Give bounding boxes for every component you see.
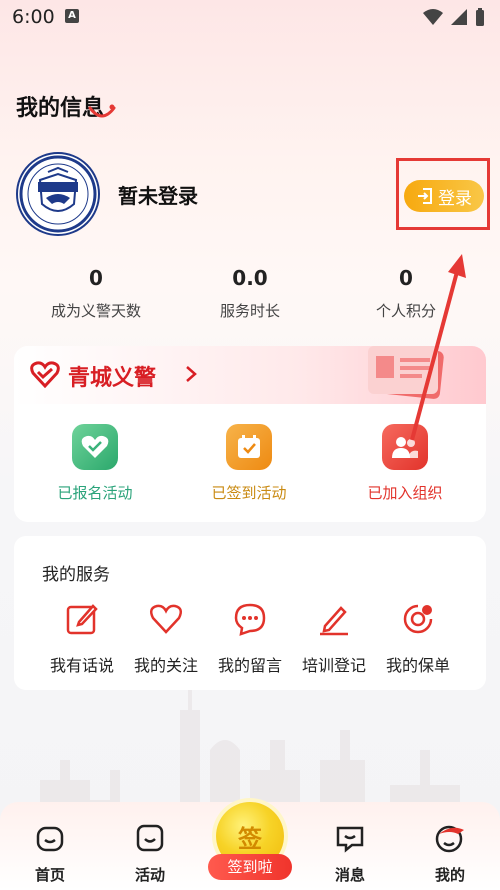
wifi-icon: [423, 9, 443, 25]
service-label: 我的保单: [385, 656, 450, 675]
checked-in-activities-label: 已签到活动: [211, 484, 287, 502]
signin-char: 签: [238, 824, 262, 853]
stat-label: 成为义警天数: [50, 302, 141, 320]
notification-icon: A: [65, 9, 79, 23]
city-skyline-decoration: [40, 690, 460, 820]
stat-label: 个人积分: [375, 302, 436, 320]
profile-icon: [435, 825, 464, 853]
checked-in-activities[interactable]: 已签到活动: [174, 424, 324, 503]
signin-label[interactable]: 签到啦: [208, 854, 292, 880]
service-following[interactable]: 我的关注: [124, 602, 208, 676]
registered-activities-label: 已报名活动: [57, 484, 133, 502]
joined-organization-label: 已加入组织: [367, 484, 443, 502]
service-label: 培训登记: [301, 656, 366, 675]
home-icon: [36, 826, 64, 852]
service-policy[interactable]: 我的保单: [376, 602, 460, 676]
pen-icon: [320, 606, 348, 636]
battery-icon: [476, 8, 484, 26]
stat-days: 0 成为义警天数: [16, 266, 176, 321]
stat-label: 服务时长: [219, 302, 280, 320]
login-icon: [418, 188, 432, 204]
organization-actions: 已报名活动 已签到活动 已加入组织: [14, 404, 486, 522]
services-title: 我的服务: [42, 565, 110, 585]
organization-header[interactable]: 青城义警: [14, 346, 486, 404]
smile-icon: [88, 104, 116, 118]
service-feedback[interactable]: 我有话说: [40, 602, 124, 676]
avatar[interactable]: [16, 152, 100, 236]
stat-value: 0: [89, 266, 103, 290]
service-label: 我有话说: [49, 656, 114, 675]
nav-messages[interactable]: 消息: [315, 822, 385, 885]
organization-card: 青城义警 已报名活动 已签到活动 已加入组织: [14, 346, 486, 522]
message-icon: [234, 603, 266, 636]
heart-icon: [30, 361, 60, 388]
status-time: 6:00: [12, 6, 55, 28]
nav-activity[interactable]: 活动: [115, 822, 185, 885]
signal-icon: [451, 9, 467, 25]
calendar-check-icon: [226, 424, 272, 470]
group-icon: [382, 424, 428, 470]
heart-icon: [149, 604, 183, 634]
registered-activities-icon: [72, 424, 118, 470]
nav-label: 活动: [134, 866, 165, 884]
service-messages[interactable]: 我的留言: [208, 602, 292, 676]
police-badge-icon: [19, 155, 97, 233]
nav-label: 我的: [434, 866, 465, 884]
nav-home[interactable]: 首页: [15, 822, 85, 885]
login-button[interactable]: 登录: [404, 180, 484, 212]
nav-label: 消息: [334, 866, 365, 884]
username: 暂未登录: [118, 184, 198, 208]
stat-points: 0 个人积分: [326, 266, 486, 321]
chevron-right-icon: [186, 366, 197, 382]
system-icons: [422, 6, 486, 28]
stat-value: 0: [399, 266, 413, 290]
service-label: 我的关注: [133, 656, 198, 675]
nav-label: 首页: [34, 866, 65, 884]
policy-icon: [403, 604, 433, 634]
services-card: 我的服务 我有话说 我的关注 我的留言 培训登记 我的保单: [14, 536, 486, 690]
service-label: 我的留言: [217, 656, 282, 675]
edit-icon: [66, 604, 98, 635]
id-card-icon: [368, 346, 444, 399]
service-training[interactable]: 培训登记: [292, 602, 376, 676]
login-label: 登录: [438, 188, 472, 209]
stat-hours: 0.0 服务时长: [170, 266, 330, 321]
registered-activities[interactable]: 已报名活动: [20, 424, 170, 503]
nav-profile[interactable]: 我的: [415, 822, 485, 885]
activity-icon: [136, 824, 164, 852]
message-icon: [336, 826, 364, 853]
stat-value: 0.0: [232, 266, 268, 290]
bottom-navigation: 首页 活动 消息 我的 签 签到啦: [0, 802, 500, 890]
organization-title: 青城义警: [68, 366, 157, 391]
status-bar: 6:00 A: [0, 0, 500, 36]
joined-organization[interactable]: 已加入组织: [330, 424, 480, 503]
